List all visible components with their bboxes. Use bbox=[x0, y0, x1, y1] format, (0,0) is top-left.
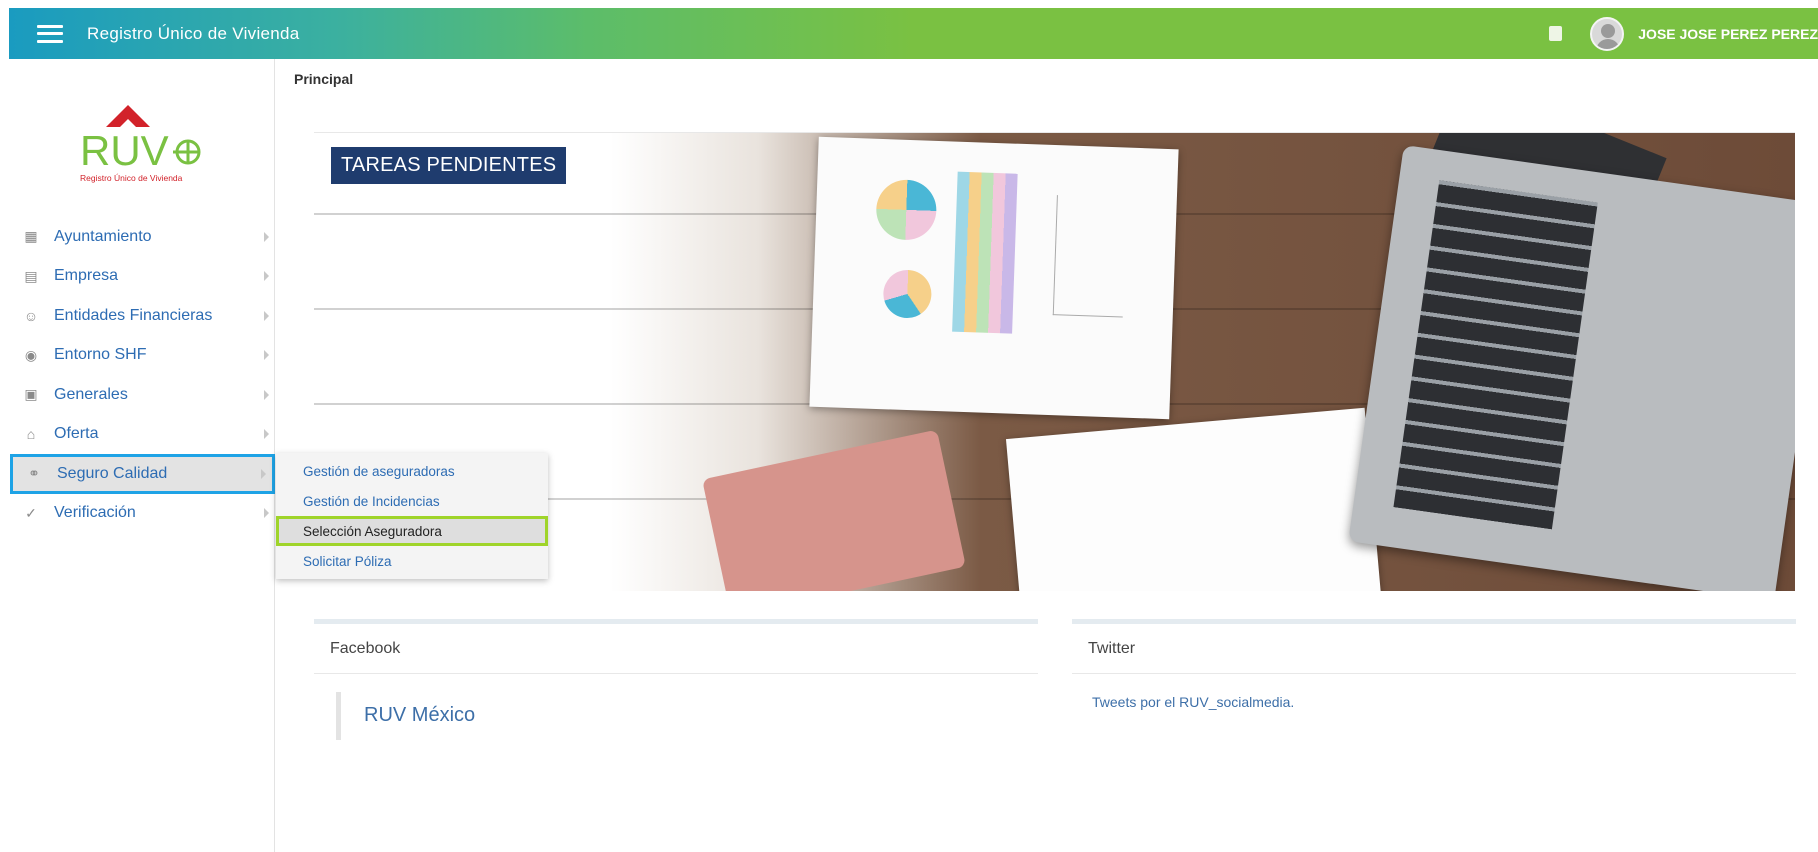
building-icon: ▤ bbox=[24, 267, 38, 284]
twitter-heading: Twitter bbox=[1072, 624, 1796, 674]
hamburger-menu-icon[interactable] bbox=[37, 24, 63, 43]
twitter-body: Tweets por el RUV_socialmedia. bbox=[1072, 674, 1796, 754]
sidebar-item-label: Ayuntamiento bbox=[54, 227, 152, 245]
sidebar-item-ayuntamiento[interactable]: ▦ Ayuntamiento bbox=[10, 217, 275, 257]
pie-chart-image bbox=[875, 178, 938, 241]
target-icon: ◉ bbox=[24, 346, 38, 363]
logo-text: RUV bbox=[80, 127, 169, 174]
sidebar-item-label: Entorno SHF bbox=[54, 346, 147, 364]
tareas-pendientes-title[interactable]: TAREAS PENDIENTES bbox=[331, 147, 567, 184]
chevron-right-icon bbox=[264, 271, 269, 282]
chevron-right-icon bbox=[264, 389, 269, 400]
sidebar-item-label: Entidades Financieras bbox=[54, 306, 213, 324]
area-chart-image bbox=[952, 171, 1018, 334]
dashboard-paper-image bbox=[1005, 407, 1383, 591]
submenu-item-gestion-aseguradoras[interactable]: Gestión de aseguradoras bbox=[276, 456, 548, 486]
sidebar-item-label: Generales bbox=[54, 385, 128, 403]
sidebar-menu: ▦ Ayuntamiento ▤ Empresa ☺ Entidades Fin… bbox=[10, 217, 275, 533]
sidebar-item-oferta[interactable]: ⌂ Oferta bbox=[10, 415, 275, 455]
sidebar-item-label: Empresa bbox=[54, 267, 119, 285]
breadcrumb: Principal bbox=[294, 71, 354, 87]
sidebar: RUV Registro Único de Vivienda ▦ Ayuntam… bbox=[0, 59, 275, 852]
facebook-link[interactable]: RUV México bbox=[364, 704, 475, 727]
app-title: Registro Único de Vivienda bbox=[87, 23, 300, 43]
chevron-right-icon bbox=[261, 468, 266, 479]
sidebar-item-empresa[interactable]: ▤ Empresa bbox=[10, 257, 275, 297]
facebook-body: RUV México bbox=[314, 674, 1038, 754]
seguro-calidad-submenu: Gestión de aseguradoras Gestión de Incid… bbox=[276, 453, 548, 579]
people-icon: ☺ bbox=[23, 307, 39, 324]
sidebar-item-entidades-financieras[interactable]: ☺ Entidades Financieras bbox=[10, 296, 275, 336]
topbar-user-area: JOSE JOSE PEREZ PEREZ bbox=[1549, 16, 1818, 51]
sidebar-item-label: Verificación bbox=[54, 504, 136, 522]
line-chart-image bbox=[1052, 195, 1127, 318]
sidebar-item-label: Seguro Calidad bbox=[57, 464, 168, 482]
id-card-icon: ▣ bbox=[24, 386, 38, 403]
sidebar-item-label: Oferta bbox=[54, 425, 99, 443]
laptop-image bbox=[1348, 145, 1795, 591]
facebook-panel: Facebook RUV México bbox=[314, 619, 1038, 754]
notification-icon[interactable] bbox=[1549, 26, 1563, 41]
keyboard-image bbox=[1393, 180, 1598, 530]
logo-subtitle: Registro Único de Vivienda bbox=[80, 173, 183, 183]
ruv-logo[interactable]: RUV Registro Único de Vivienda bbox=[76, 105, 216, 189]
map-icon: ▦ bbox=[24, 228, 38, 245]
username[interactable]: JOSE JOSE PEREZ PEREZ bbox=[1638, 26, 1818, 42]
sidebar-item-seguro-calidad[interactable]: ⚭ Seguro Calidad bbox=[10, 454, 275, 494]
chevron-right-icon bbox=[264, 350, 269, 361]
twitter-panel: Twitter Tweets por el RUV_socialmedia. bbox=[1072, 619, 1796, 754]
pie-chart-image bbox=[882, 269, 933, 319]
top-bar: Registro Único de Vivienda JOSE JOSE PER… bbox=[9, 8, 1818, 59]
submenu-item-gestion-incidencias[interactable]: Gestión de Incidencias bbox=[276, 486, 548, 516]
handshake-icon: ⚭ bbox=[28, 465, 40, 482]
chevron-right-icon bbox=[264, 231, 269, 242]
chevron-right-icon bbox=[264, 429, 269, 440]
twitter-link[interactable]: Tweets por el RUV_socialmedia. bbox=[1092, 694, 1294, 710]
submenu-item-solicitar-poliza[interactable]: Solicitar Póliza bbox=[276, 546, 548, 576]
report-paper-image bbox=[809, 136, 1179, 420]
avatar[interactable] bbox=[1590, 16, 1625, 51]
chevron-right-icon bbox=[264, 508, 269, 519]
house-hand-icon: ⌂ bbox=[26, 426, 36, 443]
sidebar-item-verificacion[interactable]: ✓ Verificación bbox=[10, 494, 275, 534]
sidebar-item-generales[interactable]: ▣ Generales bbox=[10, 375, 275, 415]
check-circle-icon: ✓ bbox=[25, 504, 37, 521]
facebook-heading: Facebook bbox=[314, 624, 1038, 674]
sidebar-item-entorno-shf[interactable]: ◉ Entorno SHF bbox=[10, 336, 275, 376]
quote-bar bbox=[336, 692, 341, 740]
chevron-right-icon bbox=[264, 310, 269, 321]
submenu-item-seleccion-aseguradora[interactable]: Selección Aseguradora bbox=[276, 516, 548, 546]
